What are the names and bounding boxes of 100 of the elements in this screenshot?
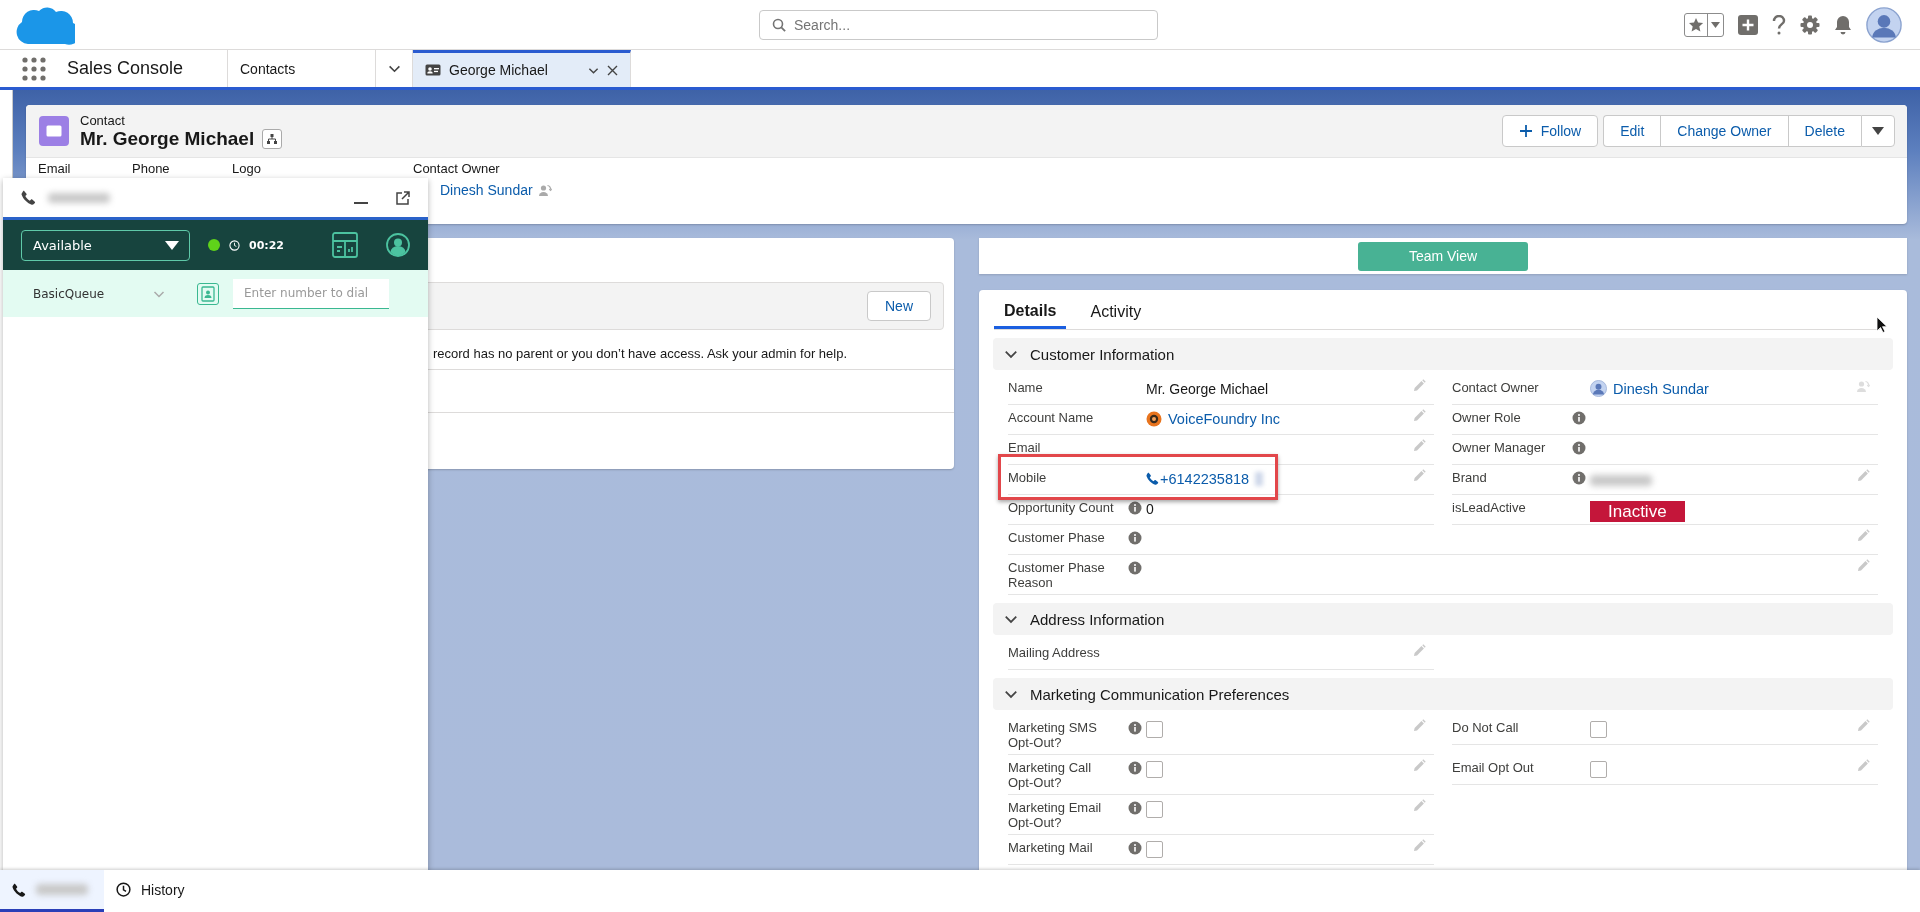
owner-link[interactable]: Dinesh Sundar [440,182,552,198]
field-label: Do Not Call [1452,720,1519,735]
settings-icon[interactable] [1800,14,1820,35]
close-icon[interactable] [607,64,618,76]
contact-card-icon [425,64,441,76]
object-label: Contact [80,112,126,128]
workspace-tab[interactable]: Contacts [228,50,376,87]
account-logo-icon [1146,410,1162,427]
search-field[interactable]: Search... [759,9,1158,40]
caret-icon [1711,21,1720,28]
detail-tab[interactable]: Activity [1080,295,1152,329]
field-label: Brand [1452,470,1487,485]
action-button[interactable]: Edit [1603,115,1661,147]
section-header[interactable]: Marketing Communication Preferences [993,678,1893,710]
pencil-icon[interactable] [1856,719,1870,733]
change-owner-icon[interactable] [1856,379,1870,393]
field-label: Owner Manager [1452,440,1546,455]
app-launcher-icon[interactable] [22,56,46,81]
more-actions-button[interactable] [1861,115,1895,147]
hierarchy-button[interactable] [262,128,283,149]
pencil-icon[interactable] [1412,719,1426,733]
pencil-icon[interactable] [1856,559,1870,573]
checkbox[interactable] [1146,841,1163,858]
utility-item[interactable]: History [104,870,201,912]
field-label: Account Name [1008,410,1094,425]
star-icon [1688,16,1704,33]
field-label: Marketing Mail [1008,840,1093,855]
redacted-text [48,192,110,203]
change-owner-icon[interactable] [537,183,552,197]
field-label: isLeadActive [1452,500,1526,515]
field-label: Customer Phase Reason [1008,560,1106,590]
record-tab[interactable]: George Michael [413,50,631,87]
checkbox[interactable] [1146,721,1163,738]
pencil-icon[interactable] [1412,409,1426,423]
pop-out-icon[interactable] [396,190,410,205]
search-icon [772,17,786,32]
favorites-button[interactable] [1684,12,1724,37]
field-label: Mobile [1008,470,1047,485]
hierarchy-icon [267,133,278,144]
field-label: Marketing SMS Opt-Out? [1008,720,1098,750]
pencil-icon[interactable] [1412,644,1426,658]
pencil-icon[interactable] [1856,469,1870,483]
cursor-icon [1876,316,1888,333]
pencil-icon[interactable] [1856,759,1870,773]
dial-number-field[interactable]: Enter number to dial [233,278,389,309]
section-header[interactable]: Customer Information [993,338,1893,370]
field-label: Opportunity Count [1008,500,1114,515]
app-name: Sales Console [67,58,184,79]
account-link[interactable]: VoiceFoundry Inc [1168,410,1281,427]
pencil-icon[interactable] [1856,529,1870,543]
field-value: 0 [1146,500,1154,517]
call-timer: 00:22 [249,238,284,252]
action-button[interactable]: Change Owner [1660,115,1788,147]
dashboard-icon[interactable] [332,232,358,258]
owner-link[interactable]: Dinesh Sundar [1613,380,1709,397]
field-label: Email [1008,440,1041,455]
pencil-icon[interactable] [1412,759,1426,773]
help-icon[interactable] [1772,14,1786,35]
user-avatar[interactable] [1866,6,1902,43]
redacted-text [1590,475,1652,486]
section-header[interactable]: Address Information [993,603,1893,635]
action-button[interactable]: Delete [1787,115,1861,147]
pencil-icon[interactable] [1412,469,1426,483]
user-profile-icon[interactable] [386,233,410,257]
checkbox[interactable] [1590,721,1607,738]
queue-selector[interactable]: BasicQueue [33,286,143,301]
plus-icon [1518,124,1533,138]
pencil-icon[interactable] [1412,839,1426,853]
pencil-icon[interactable] [1412,799,1426,813]
user-avatar[interactable] [1590,380,1607,397]
checkbox[interactable] [1590,761,1607,778]
checkbox[interactable] [1146,761,1163,778]
notifications-icon[interactable] [1834,14,1852,35]
history-icon [116,882,131,897]
field-label: Marketing Call Opt-Out? [1008,760,1093,790]
contacts-button[interactable] [197,282,219,305]
field-label: Contact Owner [1452,380,1539,395]
phone-icon [1146,472,1159,485]
phone-icon [21,190,36,205]
contact-book-icon [201,285,215,302]
pencil-icon[interactable] [1412,439,1426,453]
detail-tab[interactable]: Details [994,295,1067,329]
add-icon[interactable] [1738,14,1758,35]
new-button[interactable]: New [867,291,931,321]
checkbox[interactable] [1146,801,1163,818]
field-value: Mr. George Michael [1146,380,1269,397]
phone-icon [12,882,26,897]
follow-button[interactable]: Follow [1501,115,1599,147]
highlight-label: Email [38,161,71,176]
field-label: Marketing Email Opt-Out? [1008,800,1103,830]
status-badge: Inactive [1590,501,1685,522]
field-label: Owner Role [1452,410,1521,425]
phone-link[interactable]: +6142235818 [1146,470,1250,487]
pencil-icon[interactable] [1412,379,1426,393]
caret-icon [165,240,179,250]
clock-icon [229,239,240,251]
caret-icon [1872,127,1884,135]
field-label: Email Opt Out [1452,760,1534,775]
utility-item[interactable] [0,870,104,912]
status-dropdown[interactable]: Available [21,229,190,261]
